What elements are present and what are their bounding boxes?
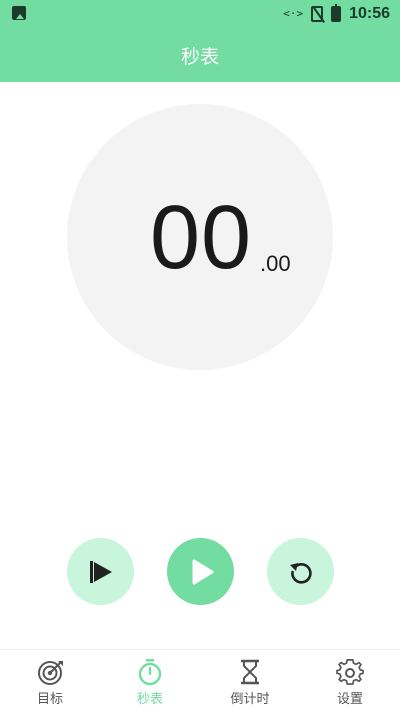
lap-flag-icon — [89, 560, 112, 583]
bottom-tab-bar: 目标 秒表 倒计时 设置 — [0, 649, 400, 711]
status-time: 10:56 — [349, 5, 390, 22]
status-bar: <·> 10:56 — [0, 0, 400, 28]
hourglass-icon — [236, 658, 264, 686]
tab-settings[interactable]: 设置 — [300, 650, 400, 711]
target-icon — [36, 658, 64, 686]
tab-target[interactable]: 目标 — [0, 650, 100, 711]
status-icons: <·> 10:56 — [283, 4, 390, 24]
timer-seconds: 00 — [150, 188, 253, 288]
app-bar: 秒表 — [0, 28, 400, 82]
reset-icon — [289, 562, 312, 584]
play-button[interactable] — [167, 538, 234, 605]
no-sim-icon — [311, 6, 324, 22]
battery-icon — [331, 4, 342, 22]
tab-stopwatch[interactable]: 秒表 — [100, 650, 200, 711]
tab-label: 倒计时 — [230, 692, 270, 707]
tab-label: 秒表 — [136, 692, 163, 707]
play-icon — [192, 559, 213, 584]
tab-label: 目标 — [36, 692, 63, 707]
data-sync-icon: <·> — [283, 7, 304, 20]
lap-button[interactable] — [67, 538, 134, 605]
timer-fraction: .00 — [260, 251, 291, 276]
tab-label: 设置 — [336, 692, 363, 707]
gear-icon — [336, 658, 364, 686]
page-title: 秒表 — [180, 45, 219, 68]
image-icon — [12, 6, 26, 20]
stopwatch-icon — [136, 658, 164, 686]
reset-button[interactable] — [267, 538, 334, 605]
tab-countdown[interactable]: 倒计时 — [200, 650, 300, 711]
